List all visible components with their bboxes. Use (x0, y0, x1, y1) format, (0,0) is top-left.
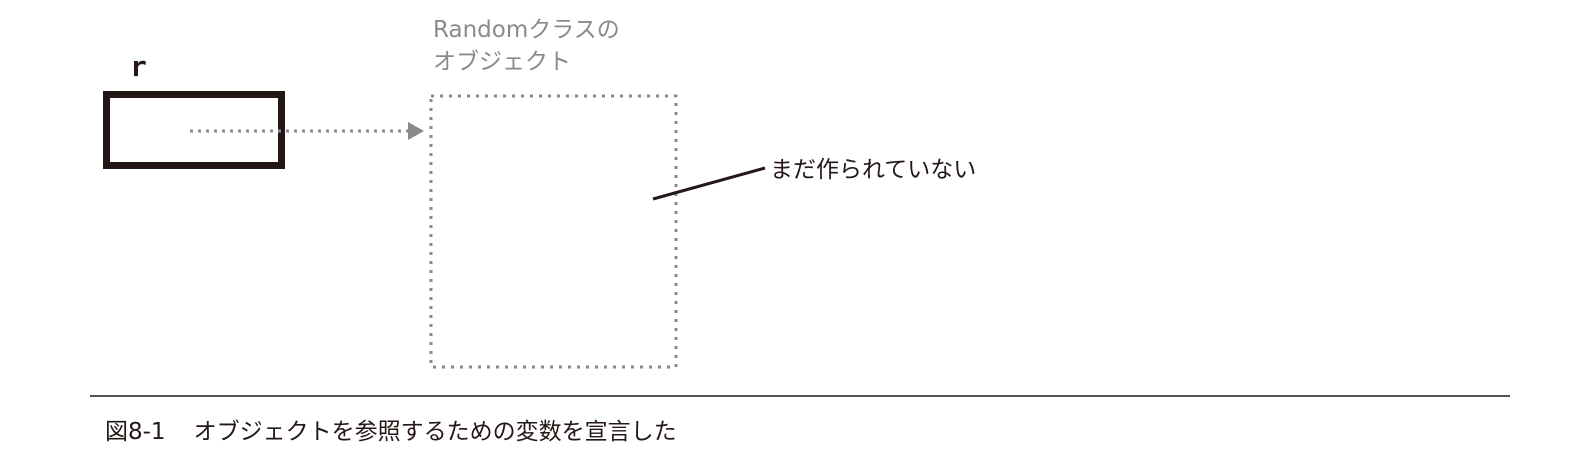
variable-name-label: r (130, 50, 147, 83)
diagram-canvas (90, 91, 1510, 397)
not-created-note: まだ作られていない (770, 157, 977, 183)
object-label-line2: オブジェクト (433, 49, 571, 75)
object-label-line1: Randomクラスの (433, 17, 620, 43)
figure-caption: 図8-1 オブジェクトを参照するための変数を宣言した (105, 412, 677, 446)
object-box-dotted (429, 94, 678, 369)
figure-caption-text: オブジェクトを参照するための変数を宣言した (193, 419, 677, 445)
arrow-head-icon (408, 122, 424, 140)
object-label: Randomクラスの オブジェクト (433, 14, 620, 78)
figure-number: 図8-1 (105, 419, 166, 445)
note-leader-line (652, 166, 766, 201)
